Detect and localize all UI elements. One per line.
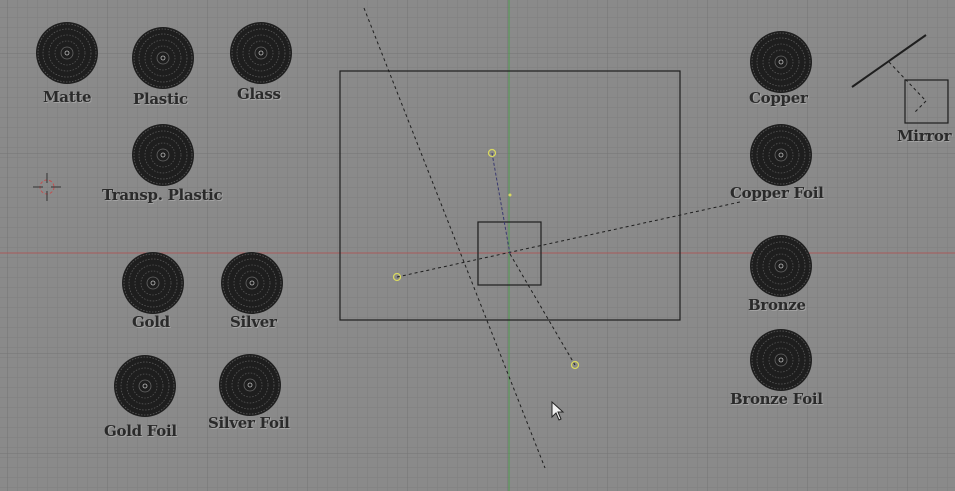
- object-label-bronze-foil: Bronze Foil: [730, 390, 823, 408]
- object-label-plastic: Plastic: [133, 90, 188, 108]
- 3d-viewport[interactable]: Matte Plastic Glass Transp. Plastic Gold…: [0, 0, 955, 491]
- sphere-icon[interactable]: [218, 353, 282, 417]
- object-label-glass: Glass: [237, 85, 281, 103]
- object-label-gold: Gold: [132, 313, 170, 331]
- viewport-canvas[interactable]: [0, 0, 955, 491]
- sphere-icon[interactable]: [229, 21, 293, 85]
- sphere-icon[interactable]: [749, 234, 813, 298]
- object-label-mirror: Mirror: [897, 127, 952, 145]
- sphere-icon[interactable]: [35, 21, 99, 85]
- object-label-copper-foil: Copper Foil: [730, 184, 824, 202]
- sphere-icon[interactable]: [131, 123, 195, 187]
- sphere-icon[interactable]: [131, 26, 195, 90]
- sphere-icon[interactable]: [749, 30, 813, 94]
- object-label-matte: Matte: [43, 88, 92, 106]
- sphere-icon[interactable]: [749, 123, 813, 187]
- sphere-icon[interactable]: [121, 251, 185, 315]
- sphere-icon[interactable]: [113, 354, 177, 418]
- object-label-gold-foil: Gold Foil: [104, 422, 177, 440]
- object-label-bronze: Bronze: [748, 296, 806, 314]
- sphere-icon[interactable]: [749, 328, 813, 392]
- object-label-silver-foil: Silver Foil: [208, 414, 290, 432]
- object-label-transp-plastic: Transp. Plastic: [102, 186, 223, 204]
- sphere-icon[interactable]: [220, 251, 284, 315]
- object-label-copper: Copper: [749, 89, 808, 107]
- lamp-dot: [508, 193, 512, 197]
- object-label-silver: Silver: [230, 313, 277, 331]
